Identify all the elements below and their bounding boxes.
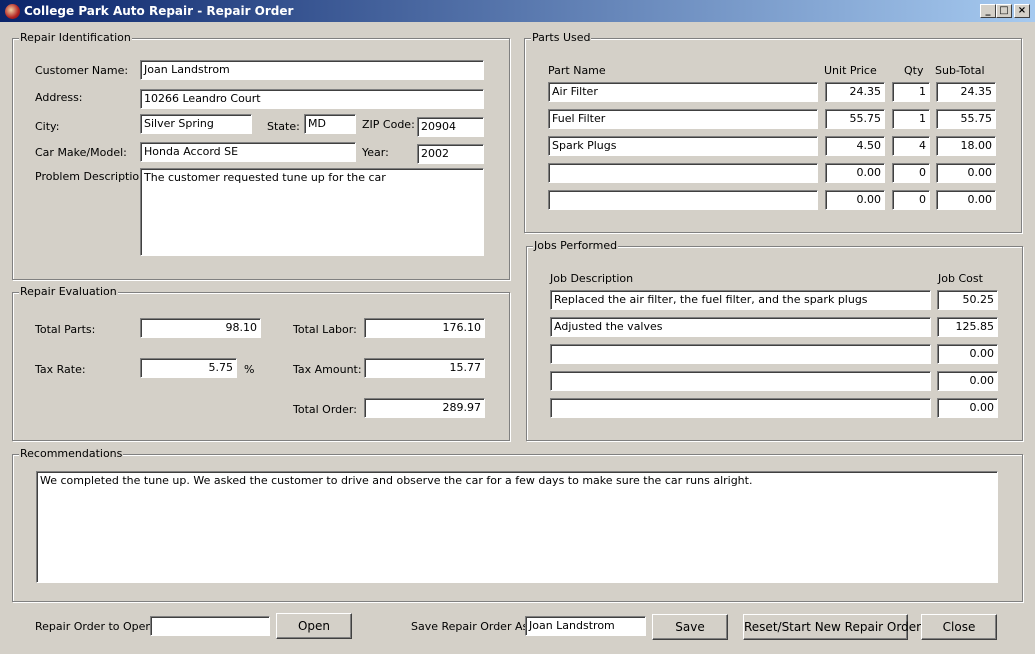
part-name-field[interactable]: Air Filter xyxy=(548,82,818,102)
qty-field[interactable]: 1 xyxy=(892,82,930,102)
unit-price-field[interactable]: 0.00 xyxy=(825,163,885,183)
save-repair-order-as-field[interactable]: Joan Landstrom xyxy=(525,616,646,636)
repair-order-to-open-field[interactable] xyxy=(150,616,270,636)
repair-order-to-open-label: Repair Order to Open: xyxy=(35,620,157,633)
tax-amount-field[interactable]: 15.77 xyxy=(364,358,485,378)
minimize-button[interactable]: _ xyxy=(980,4,996,18)
repair-identification-legend: Repair Identification xyxy=(19,31,132,44)
save-button[interactable]: Save xyxy=(652,614,728,640)
car-make-model-field[interactable]: Honda Accord SE xyxy=(140,142,356,162)
car-make-model-label: Car Make/Model: xyxy=(35,146,127,159)
sub-total-field[interactable]: 0.00 xyxy=(936,190,996,210)
year-label: Year: xyxy=(362,146,389,159)
total-labor-label: Total Labor: xyxy=(293,323,357,336)
total-parts-label: Total Parts: xyxy=(35,323,96,336)
reset-start-new-repair-order-button[interactable]: Reset/Start New Repair Order xyxy=(743,614,921,640)
job-cost-header: Job Cost xyxy=(938,272,983,285)
tax-amount-label: Tax Amount: xyxy=(293,363,362,376)
title-bar[interactable]: College Park Auto Repair - Repair Order … xyxy=(0,0,1035,22)
unit-price-header: Unit Price xyxy=(824,64,877,77)
sub-total-header: Sub-Total xyxy=(935,64,985,77)
app-icon xyxy=(5,4,20,19)
repair-evaluation-legend: Repair Evaluation xyxy=(19,285,118,298)
job-cost-field[interactable]: 0.00 xyxy=(937,398,998,418)
state-label: State: xyxy=(267,120,300,133)
job-description-field[interactable] xyxy=(550,344,931,364)
close-window-button[interactable]: × xyxy=(1014,4,1030,18)
customer-name-field[interactable]: Joan Landstrom xyxy=(140,60,484,80)
address-field[interactable]: 10266 Leandro Court xyxy=(140,89,484,109)
job-cost-field[interactable]: 0.00 xyxy=(937,371,998,391)
total-order-label: Total Order: xyxy=(293,403,357,416)
zip-code-field[interactable]: 20904 xyxy=(417,117,484,137)
job-cost-field[interactable]: 50.25 xyxy=(937,290,998,310)
qty-field[interactable]: 0 xyxy=(892,190,930,210)
job-description-field[interactable] xyxy=(550,371,931,391)
year-field[interactable]: 2002 xyxy=(417,144,484,164)
part-name-field[interactable]: Fuel Filter xyxy=(548,109,818,129)
part-name-field[interactable] xyxy=(548,190,818,210)
job-description-header: Job Description xyxy=(550,272,634,285)
part-name-field[interactable]: Spark Plugs xyxy=(548,136,818,156)
qty-field[interactable]: 4 xyxy=(892,136,930,156)
problem-description-label: Problem Description: xyxy=(35,170,150,183)
window-title: College Park Auto Repair - Repair Order xyxy=(24,4,294,18)
job-cost-field[interactable]: 0.00 xyxy=(937,344,998,364)
tax-rate-label: Tax Rate: xyxy=(35,363,86,376)
city-label: City: xyxy=(35,120,60,133)
total-order-field[interactable]: 289.97 xyxy=(364,398,485,418)
tax-rate-field[interactable]: 5.75 xyxy=(140,358,237,378)
address-label: Address: xyxy=(35,91,83,104)
parts-used-legend: Parts Used xyxy=(531,31,592,44)
maximize-button[interactable]: □ xyxy=(996,4,1012,18)
unit-price-field[interactable]: 0.00 xyxy=(825,190,885,210)
sub-total-field[interactable]: 24.35 xyxy=(936,82,996,102)
recommendations-legend: Recommendations xyxy=(19,447,124,460)
problem-description-field[interactable]: The customer requested tune up for the c… xyxy=(140,168,484,256)
job-description-field[interactable] xyxy=(550,398,931,418)
unit-price-field[interactable]: 55.75 xyxy=(825,109,885,129)
job-cost-field[interactable]: 125.85 xyxy=(937,317,998,337)
part-name-field[interactable] xyxy=(548,163,818,183)
part-name-header: Part Name xyxy=(548,64,606,77)
job-description-field[interactable]: Replaced the air filter, the fuel filter… xyxy=(550,290,931,310)
percent-label: % xyxy=(244,363,255,376)
save-repair-order-as-label: Save Repair Order As: xyxy=(411,620,532,633)
jobs-performed-legend: Jobs Performed xyxy=(533,239,619,252)
qty-field[interactable]: 0 xyxy=(892,163,930,183)
open-button[interactable]: Open xyxy=(276,613,352,639)
qty-field[interactable]: 1 xyxy=(892,109,930,129)
zip-code-label: ZIP Code: xyxy=(362,118,415,131)
qty-header: Qty xyxy=(904,64,924,77)
sub-total-field[interactable]: 55.75 xyxy=(936,109,996,129)
sub-total-field[interactable]: 18.00 xyxy=(936,136,996,156)
unit-price-field[interactable]: 4.50 xyxy=(825,136,885,156)
recommendations-field[interactable]: We completed the tune up. We asked the c… xyxy=(36,471,998,583)
state-field[interactable]: MD xyxy=(304,114,356,134)
customer-name-label: Customer Name: xyxy=(35,64,129,77)
job-description-field[interactable]: Adjusted the valves xyxy=(550,317,931,337)
unit-price-field[interactable]: 24.35 xyxy=(825,82,885,102)
close-button[interactable]: Close xyxy=(921,614,997,640)
total-parts-field[interactable]: 98.10 xyxy=(140,318,261,338)
total-labor-field[interactable]: 176.10 xyxy=(364,318,485,338)
city-field[interactable]: Silver Spring xyxy=(140,114,252,134)
sub-total-field[interactable]: 0.00 xyxy=(936,163,996,183)
